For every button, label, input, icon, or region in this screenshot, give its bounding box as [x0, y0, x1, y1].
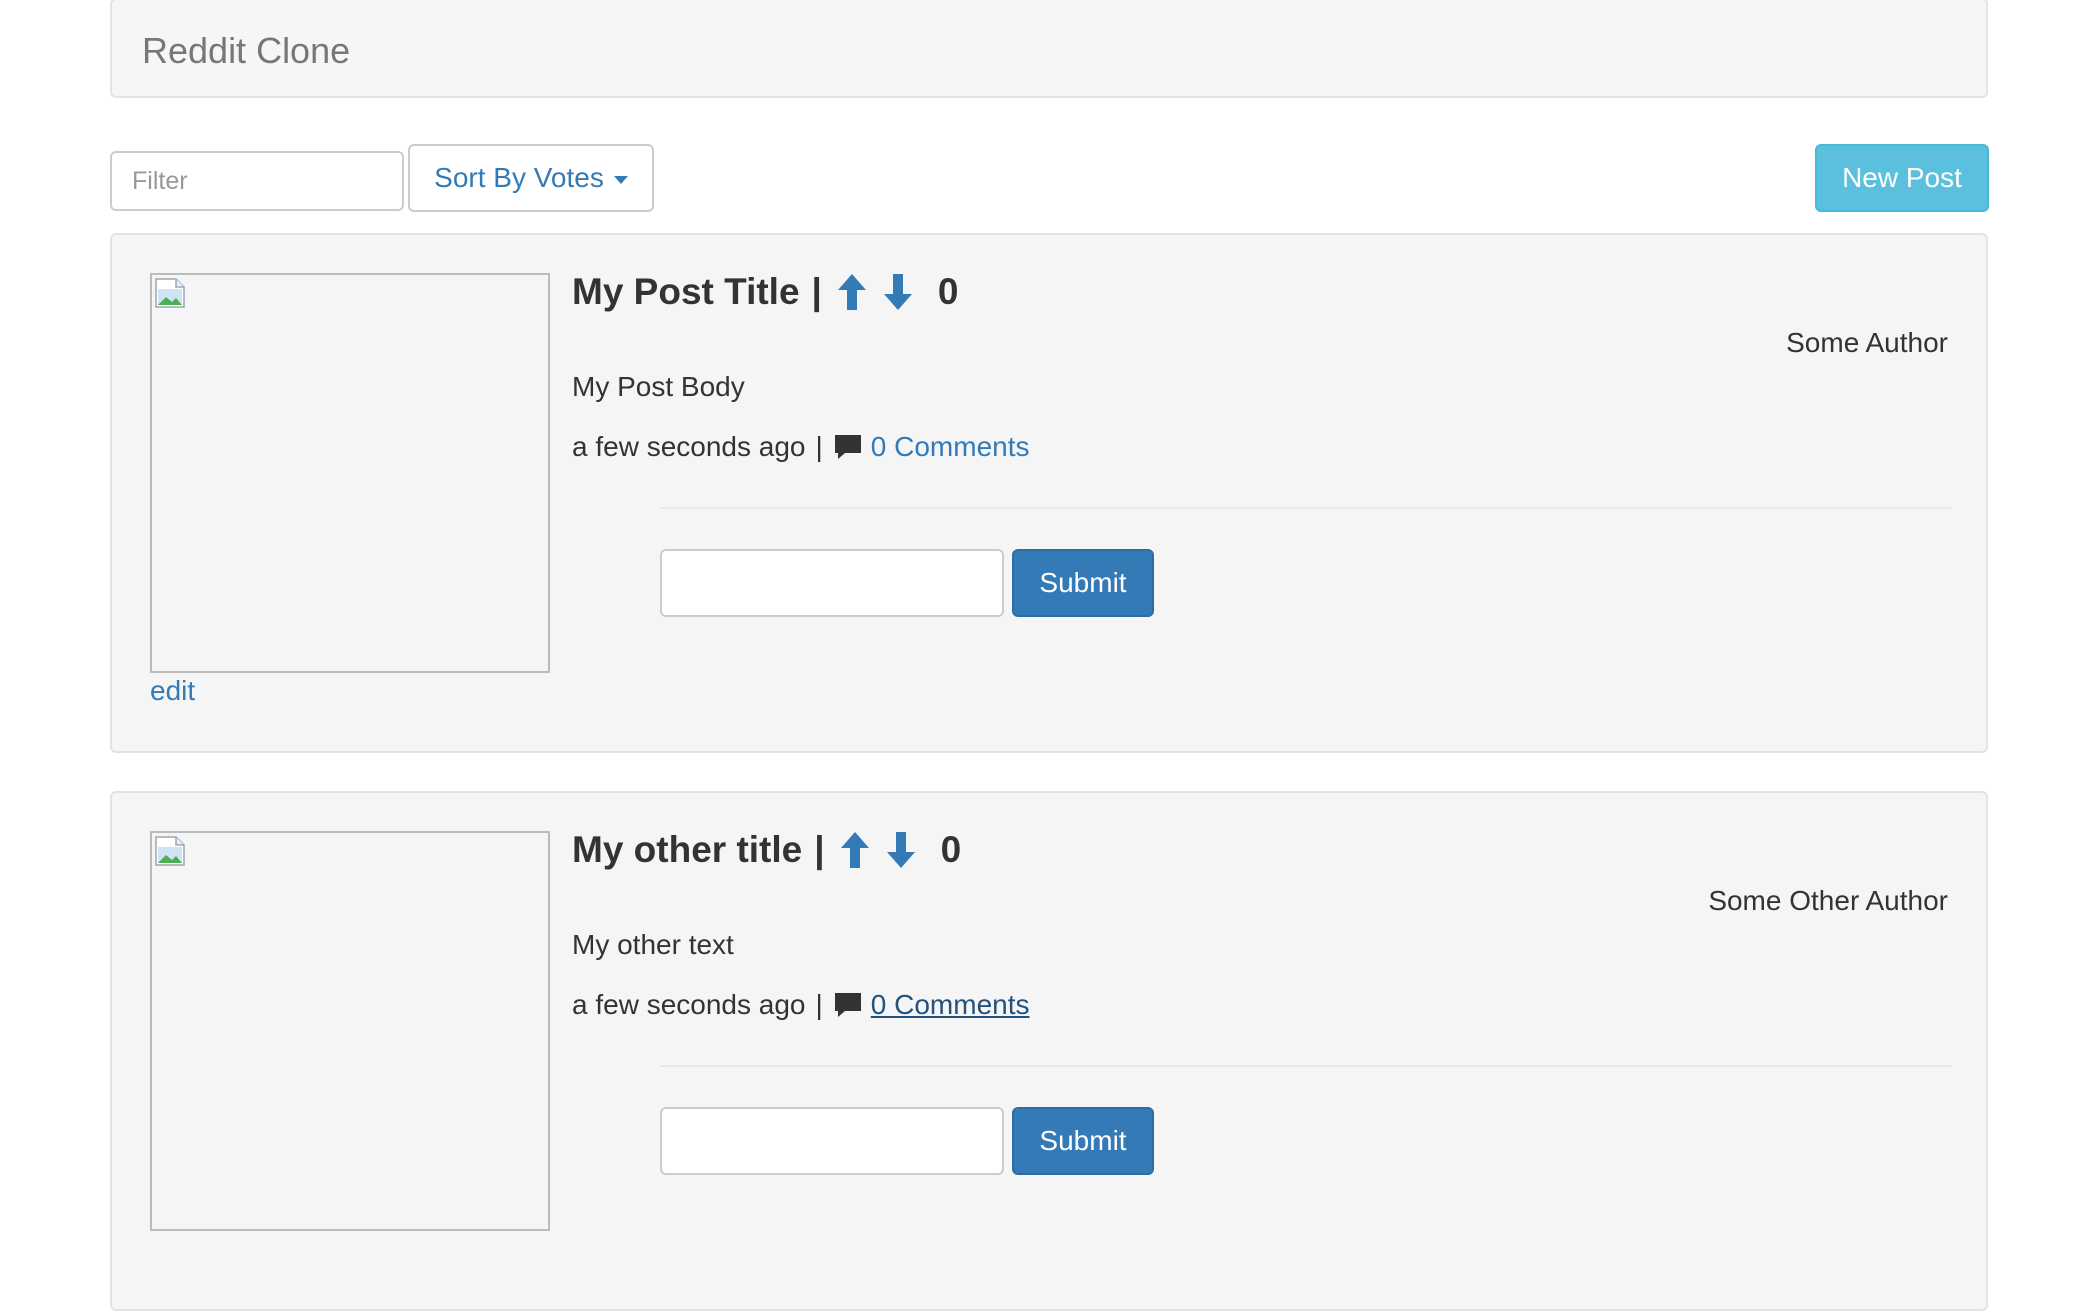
submit-button[interactable]: Submit — [1012, 1107, 1154, 1175]
broken-image-icon — [155, 836, 185, 866]
divider — [660, 507, 1952, 509]
comments-link[interactable]: 0 Comments — [871, 989, 1030, 1021]
vote-score: 0 — [940, 829, 962, 870]
broken-image-icon — [155, 278, 185, 308]
post-timestamp: a few seconds ago — [572, 989, 806, 1020]
title-separator: | — [811, 271, 822, 312]
comment-input[interactable] — [660, 1107, 1004, 1175]
vote-score: 0 — [937, 271, 959, 312]
post-thumbnail — [150, 831, 550, 1231]
comments-link[interactable]: 0 Comments — [871, 431, 1030, 463]
post-title: My Post Title — [572, 271, 800, 312]
comment-input[interactable] — [660, 549, 1004, 617]
arrow-up-icon[interactable] — [839, 830, 871, 870]
post-body: My Post Body — [572, 371, 745, 402]
post-meta: a few seconds ago | 0 Comments — [572, 989, 1030, 1021]
edit-link[interactable]: edit — [150, 675, 195, 707]
post-card: edit My Post Title | 0 Some Author My Po… — [110, 233, 1988, 753]
sort-label: Sort By Votes — [434, 162, 604, 193]
post-title: My other title — [572, 829, 803, 870]
divider — [660, 1065, 1952, 1067]
app-brand[interactable]: Reddit Clone — [142, 30, 350, 72]
post-thumbnail — [150, 273, 550, 673]
comment-icon — [834, 435, 861, 459]
post-meta: a few seconds ago | 0 Comments — [572, 431, 1030, 463]
arrow-down-icon[interactable] — [882, 272, 914, 312]
post-title-row: My other title | 0 — [572, 829, 961, 871]
post-author: Some Author — [1786, 327, 1948, 358]
title-separator: | — [814, 829, 825, 870]
post-author: Some Other Author — [1708, 885, 1948, 916]
post-title-row: My Post Title | 0 — [572, 271, 958, 313]
meta-separator: | — [815, 431, 823, 462]
post-card: My other title | 0 Some Other Author My … — [110, 791, 1988, 1311]
sort-dropdown-button[interactable]: Sort By Votes — [408, 144, 654, 212]
new-post-button[interactable]: New Post — [1815, 144, 1989, 212]
arrow-up-icon[interactable] — [836, 272, 868, 312]
submit-button[interactable]: Submit — [1012, 549, 1154, 617]
filter-input[interactable] — [110, 151, 404, 211]
meta-separator: | — [815, 989, 823, 1020]
caret-down-icon — [613, 176, 628, 184]
navbar: Reddit Clone — [110, 0, 1988, 98]
post-timestamp: a few seconds ago — [572, 431, 806, 462]
post-body: My other text — [572, 929, 734, 960]
arrow-down-icon[interactable] — [885, 830, 917, 870]
comment-icon — [834, 993, 861, 1017]
